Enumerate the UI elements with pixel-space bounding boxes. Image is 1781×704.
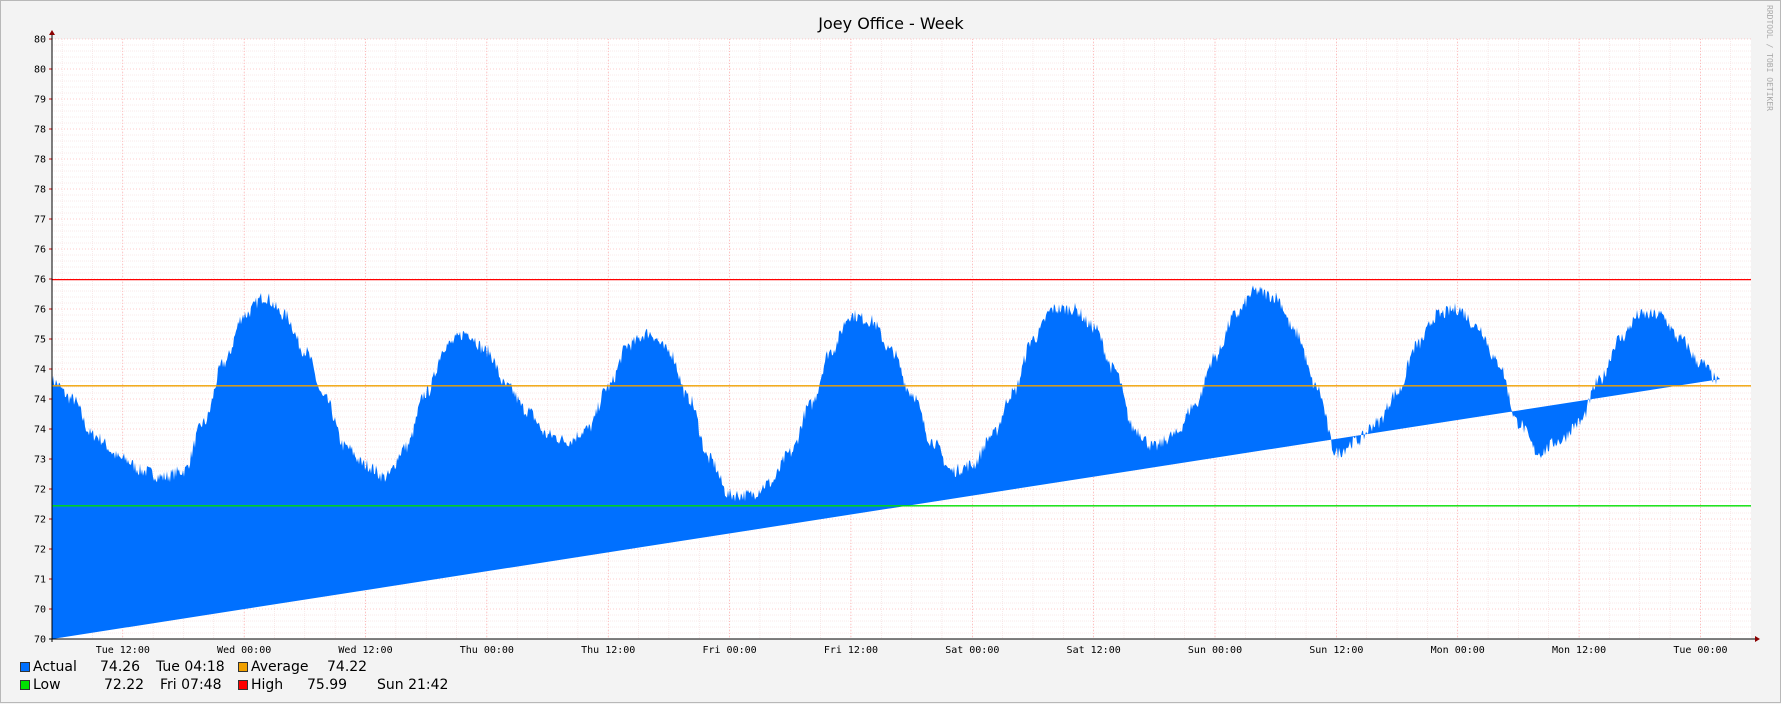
y-tick-label: 72 <box>34 515 46 526</box>
legend-value-actual: 74.26 <box>100 659 141 675</box>
legend-time-actual: Tue 04:18 <box>156 659 225 675</box>
y-axis-arrow <box>49 30 55 35</box>
y-tick-label: 70 <box>34 605 46 616</box>
legend-label-average: Average <box>251 659 309 675</box>
y-tick-label: 74 <box>34 425 46 436</box>
legend-swatch-actual <box>20 662 30 672</box>
legend-label-high: High <box>251 677 284 693</box>
legend-swatch-high <box>238 680 248 690</box>
x-tick-label: Fri 12:00 <box>824 645 878 656</box>
legend-value-average: 74.22 <box>327 659 368 675</box>
y-tick-label: 70 <box>34 635 46 646</box>
x-tick-label: Mon 12:00 <box>1552 645 1606 656</box>
y-tick-label: 77 <box>34 215 46 226</box>
x-tick-label: Wed 12:00 <box>338 645 392 656</box>
x-tick-label: Tue 00:00 <box>1673 645 1727 656</box>
y-tick-label: 73 <box>34 455 46 466</box>
y-tick-label: 76 <box>34 245 46 256</box>
legend-time-high: Sun 21:42 <box>377 677 449 693</box>
y-tick-label: 78 <box>34 155 46 166</box>
x-tick-label: Mon 00:00 <box>1431 645 1485 656</box>
y-tick-label: 71 <box>34 575 46 586</box>
y-tick-label: 78 <box>34 125 46 136</box>
legend-value-low: 72.22 <box>104 677 145 693</box>
chart-canvas: Joey Office - Week 80 80 79 78 78 78 77 76 76 76 7… <box>34 5 1774 656</box>
x-tick-label: Sat 12:00 <box>1067 645 1121 656</box>
x-tick-label: Sun 12:00 <box>1309 645 1363 656</box>
legend-swatch-low <box>20 680 30 690</box>
y-tick-label: 72 <box>34 545 46 556</box>
y-tick-label: 75 <box>34 335 46 346</box>
y-tick-label: 80 <box>34 35 46 46</box>
y-tick-label: 78 <box>34 185 46 196</box>
y-tick-label: 76 <box>34 305 46 316</box>
y-tick-label: 80 <box>34 65 46 76</box>
y-tick-label: 76 <box>34 275 46 286</box>
chart-title: Joey Office - Week <box>817 14 964 33</box>
x-tick-label: Sat 00:00 <box>945 645 999 656</box>
legend-label-low: Low <box>33 677 61 693</box>
x-tick-label: Fri 00:00 <box>702 645 756 656</box>
y-tick-label: 79 <box>34 95 46 106</box>
x-tick-label: Sun 00:00 <box>1188 645 1242 656</box>
y-axis-tick-labels: 80 80 79 78 78 78 77 76 76 76 75 74 74 74 73 72 72 72 71 70… <box>34 35 46 646</box>
y-tick-label: 74 <box>34 365 46 376</box>
legend-value-high: 75.99 <box>307 677 348 693</box>
x-tick-label: Wed 00:00 <box>217 645 271 656</box>
x-axis-tick-labels: Tue 12:00 Wed 00:00 Wed 12:00 Thu 00:00 Thu … <box>96 645 1728 656</box>
y-tick-label: 74 <box>34 395 46 406</box>
legend-label-actual: Actual <box>33 659 77 675</box>
x-tick-label: Thu 00:00 <box>460 645 514 656</box>
watermark: RRDTOOL / TOBI OETIKER <box>1765 5 1774 111</box>
x-axis-arrow <box>1755 636 1760 642</box>
x-tick-label: Tue 12:00 <box>96 645 150 656</box>
legend-time-low: Fri 07:48 <box>160 677 222 693</box>
legend-swatch-average <box>238 662 248 672</box>
x-tick-label: Thu 12:00 <box>581 645 635 656</box>
y-tick-label: 72 <box>34 485 46 496</box>
chart-frame: Joey Office - Week 80 80 79 78 78 78 77 76 76 76 7… <box>0 0 1781 703</box>
